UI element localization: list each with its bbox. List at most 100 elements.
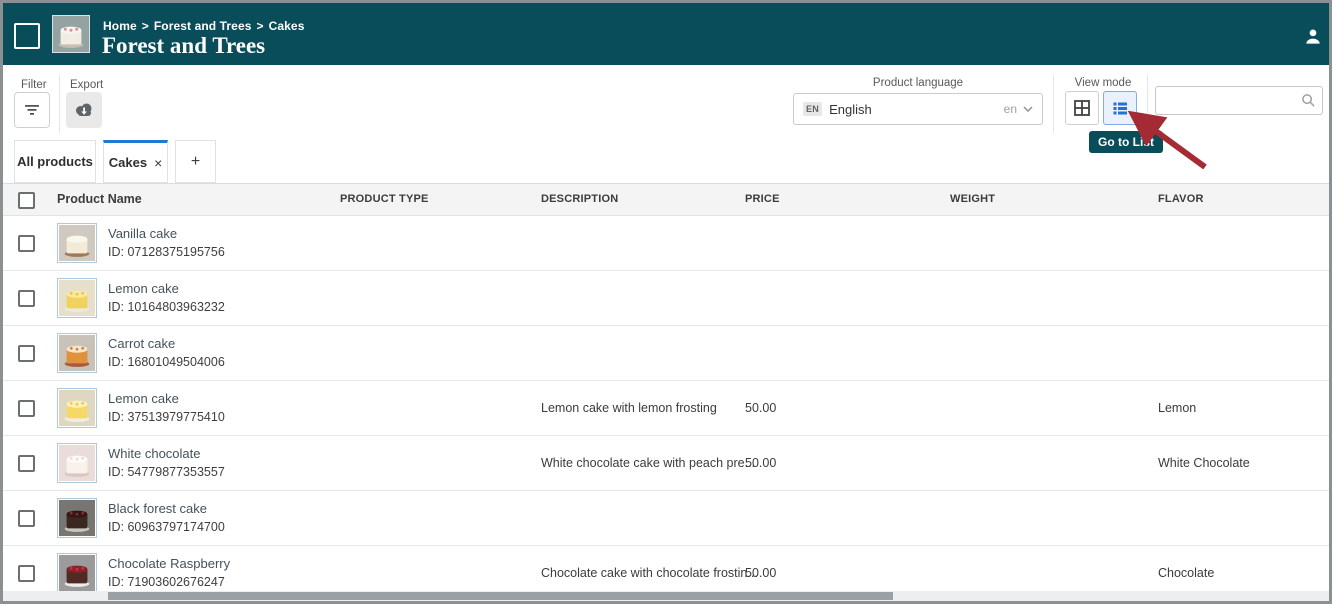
cell-flavor: White Chocolate [1158,436,1250,490]
breadcrumb-cakes[interactable]: Cakes [269,19,305,33]
row-checkbox[interactable] [18,345,35,362]
toolbar-divider [59,75,60,133]
breadcrumb: Home>Forest and Trees>Cakes [103,19,304,33]
product-thumbnail[interactable] [57,443,97,483]
product-thumbnail[interactable] [57,388,97,428]
product-id: ID: 10164803963232 [108,300,225,314]
plus-icon: + [191,153,200,171]
catalog-logo-image [52,15,90,53]
cake-image [59,225,95,261]
tab-all-products[interactable]: All products [14,140,96,183]
table-row: Carrot cake ID: 16801049504006 [3,326,1329,381]
row-checkbox[interactable] [18,510,35,527]
select-all-checkbox[interactable] [18,192,35,209]
filter-label: Filter [21,79,47,91]
table-body: Vanilla cake ID: 07128375195756 Lemon ca… [3,216,1329,601]
export-label: Export [70,79,103,91]
column-weight[interactable]: WEIGHT [950,184,995,215]
breadcrumb-separator: > [257,19,264,33]
row-checkbox[interactable] [18,235,35,252]
row-checkbox[interactable] [18,455,35,472]
cloud-download-icon [72,99,96,121]
tab-close-icon[interactable]: × [154,155,162,171]
search-box [1155,86,1323,115]
toolbar-divider [1147,75,1148,133]
filter-icon [23,102,41,118]
cake-image [59,445,95,481]
table-row: Vanilla cake ID: 07128375195756 [3,216,1329,271]
search-icon [1301,93,1316,108]
page: Home>Forest and Trees>Cakes Forest and T… [3,3,1329,601]
language-code: en [1004,102,1017,116]
tab-add-button[interactable]: + [175,140,216,183]
product-thumbnail[interactable] [57,498,97,538]
product-id: ID: 07128375195756 [108,245,225,259]
toolbar-divider [1053,75,1054,133]
product-thumbnail[interactable] [57,553,97,593]
list-view-button[interactable] [1103,91,1137,125]
tab-label: All products [17,154,93,169]
page-title: Forest and Trees [102,33,265,59]
cell-description: Lemon cake with lemon frosting [541,381,717,435]
view-mode-label: View mode [1065,77,1141,89]
cell-price: 50.00 [745,381,776,435]
language-flag-badge: EN [803,102,822,116]
export-button[interactable] [66,92,102,128]
toolbar: Filter Export Product language EN Englis… [3,65,1329,141]
column-product-type[interactable]: PRODUCT TYPE [340,184,429,215]
product-language-select[interactable]: EN English en [793,93,1043,125]
cell-flavor: Lemon [1158,381,1196,435]
product-name[interactable]: Lemon cake [108,391,179,406]
row-checkbox[interactable] [18,400,35,417]
column-description[interactable]: DESCRIPTION [541,184,618,215]
product-thumbnail[interactable] [57,278,97,318]
window-frame: Home>Forest and Trees>Cakes Forest and T… [0,0,1332,604]
product-id: ID: 16801049504006 [108,355,225,369]
tab-label: Cakes [109,155,147,170]
product-id: ID: 60963797174700 [108,520,225,534]
breadcrumb-catalog[interactable]: Forest and Trees [154,19,252,33]
grid-view-icon [1073,99,1091,117]
product-name[interactable]: Vanilla cake [108,226,177,241]
table-row: Black forest cake ID: 60963797174700 [3,491,1329,546]
product-name[interactable]: White chocolate [108,446,201,461]
product-thumbnail[interactable] [57,223,97,263]
product-language-label: Product language [793,77,1043,89]
product-thumbnail[interactable] [57,333,97,373]
product-id: ID: 54779877353557 [108,465,225,479]
cake-image [59,555,95,591]
column-flavor[interactable]: FLAVOR [1158,184,1204,215]
cake-logo-icon [53,16,89,52]
menu-square-icon[interactable] [14,23,40,49]
cell-description: White chocolate cake with peach pre... [541,436,755,490]
list-view-icon [1111,99,1129,117]
product-id: ID: 37513979775410 [108,410,225,424]
grid-view-button[interactable] [1065,91,1099,125]
table-row: Lemon cake ID: 10164803963232 [3,271,1329,326]
product-name[interactable]: Black forest cake [108,501,207,516]
filter-button[interactable] [14,92,50,128]
row-checkbox[interactable] [18,290,35,307]
table-row: White chocolate ID: 54779877353557 White… [3,436,1329,491]
row-checkbox[interactable] [18,565,35,582]
table-row: Lemon cake ID: 37513979775410 Lemon cake… [3,381,1329,436]
product-name[interactable]: Lemon cake [108,281,179,296]
user-account-icon[interactable] [1303,27,1323,47]
column-price[interactable]: PRICE [745,184,780,215]
cell-price: 50.00 [745,436,776,490]
breadcrumb-home[interactable]: Home [103,19,137,33]
app-header: Home>Forest and Trees>Cakes Forest and T… [3,3,1329,65]
go-to-list-tooltip: Go to List [1089,131,1163,153]
scrollbar-thumb[interactable] [108,592,893,600]
product-name[interactable]: Chocolate Raspberry [108,556,230,571]
language-value: English [829,102,1004,117]
horizontal-scrollbar[interactable] [3,591,1329,601]
cake-image [59,500,95,536]
search-input[interactable] [1155,86,1323,115]
product-name[interactable]: Carrot cake [108,336,175,351]
column-product-name[interactable]: Product Name [57,184,142,215]
tab-cakes[interactable]: Cakes × [103,140,168,183]
chevron-down-icon [1023,106,1033,112]
table-header: Product Name PRODUCT TYPE DESCRIPTION PR… [3,183,1329,216]
cake-image [59,280,95,316]
